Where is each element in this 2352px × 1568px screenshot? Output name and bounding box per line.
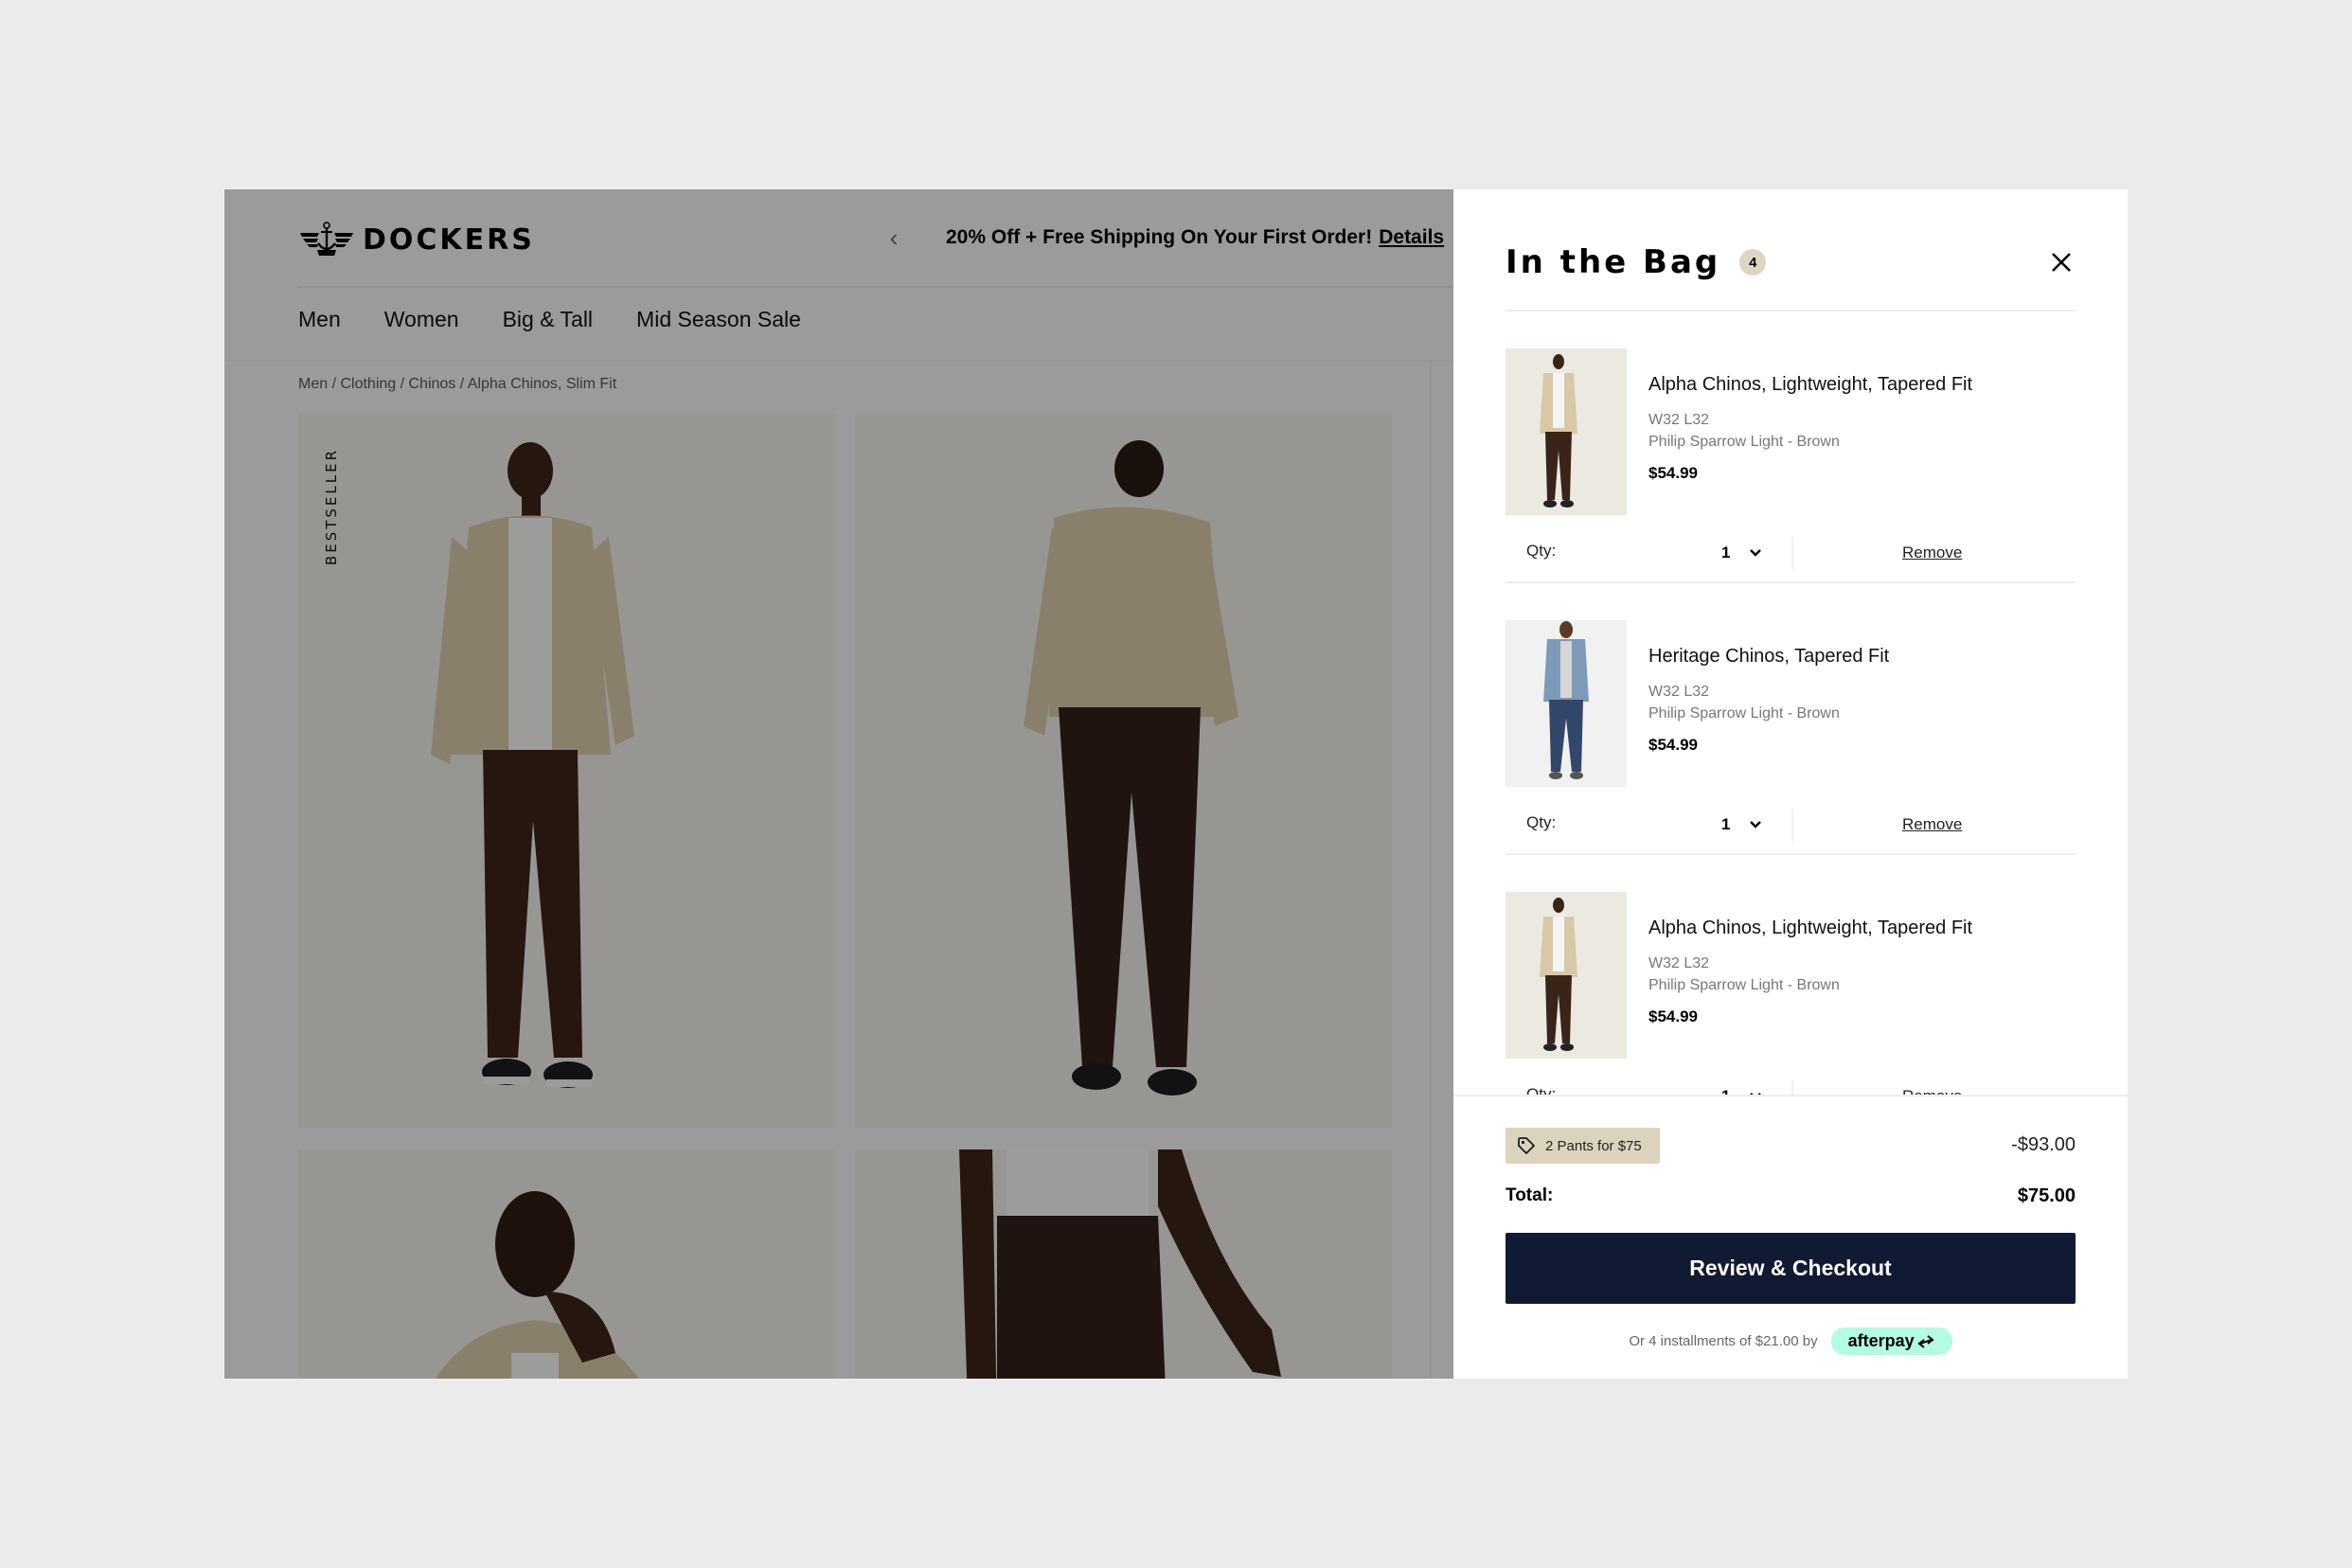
afterpay-badge[interactable]: afterpay bbox=[1830, 1327, 1952, 1355]
qty-value: 1 bbox=[1721, 815, 1731, 833]
bag-item-image[interactable] bbox=[1506, 348, 1627, 515]
bag-items-list[interactable]: Alpha Chinos, Lightweight, Tapered Fit W… bbox=[1453, 312, 2128, 1095]
bag-item: Alpha Chinos, Lightweight, Tapered Fit W… bbox=[1506, 855, 2076, 1095]
bag-drawer: In the Bag 4 Alpha Chinos, Lightweight, … bbox=[1453, 189, 2128, 1379]
bag-title: In the Bag bbox=[1506, 243, 1721, 281]
bag-item-size: W32 L32 bbox=[1648, 955, 1710, 971]
qty-select[interactable]: 1 bbox=[1721, 811, 1762, 839]
chevron-down-icon bbox=[1750, 549, 1762, 557]
promotion-label: 2 Pants for $75 bbox=[1545, 1137, 1642, 1154]
price-tag-icon bbox=[1518, 1137, 1535, 1154]
product-thumbnail bbox=[1540, 898, 1577, 1051]
bag-item-size: W32 L32 bbox=[1648, 412, 1710, 428]
remove-link[interactable]: Remove bbox=[1902, 543, 1962, 562]
total-amount: $75.00 bbox=[2017, 1185, 2076, 1206]
bag-item-name[interactable]: Alpha Chinos, Lightweight, Tapered Fit bbox=[1648, 374, 1972, 396]
qty-label: Qty: bbox=[1526, 542, 1557, 560]
close-icon bbox=[2052, 253, 2071, 272]
bag-header: In the Bag 4 bbox=[1506, 239, 2076, 286]
afterpay-arrows-icon bbox=[1917, 1334, 1934, 1348]
modal-backdrop[interactable] bbox=[224, 189, 1453, 1379]
qty-select[interactable]: 1 bbox=[1721, 1082, 1762, 1095]
bag-item-info: Alpha Chinos, Lightweight, Tapered Fit W… bbox=[1648, 374, 1972, 483]
product-thumbnail bbox=[1540, 354, 1577, 508]
installments-text: Or 4 installments of $21.00 by bbox=[1629, 1333, 1818, 1349]
promotion-tag: 2 Pants for $75 bbox=[1506, 1128, 1660, 1164]
bag-item: Alpha Chinos, Lightweight, Tapered Fit W… bbox=[1506, 312, 2076, 583]
bag-item-image[interactable] bbox=[1506, 892, 1627, 1059]
qty-row: Qty: 1 Remove bbox=[1506, 537, 2076, 569]
qty-label: Qty: bbox=[1526, 813, 1557, 831]
bag-item-price: $54.99 bbox=[1648, 736, 1698, 754]
qty-separator bbox=[1791, 809, 1793, 841]
total-label: Total: bbox=[1506, 1185, 1554, 1205]
close-button[interactable] bbox=[2047, 248, 2076, 276]
qty-separator bbox=[1791, 1080, 1793, 1095]
qty-row: Qty: 1 Remove bbox=[1506, 1080, 2076, 1095]
bag-item-info: Heritage Chinos, Tapered Fit W32 L32 Phi… bbox=[1648, 646, 1889, 755]
qty-label: Qty: bbox=[1526, 1085, 1557, 1095]
qty-separator bbox=[1791, 537, 1793, 569]
product-thumbnail bbox=[1543, 621, 1589, 779]
afterpay-row: Or 4 installments of $21.00 by afterpay bbox=[1453, 1327, 2128, 1355]
remove-link[interactable]: Remove bbox=[1902, 815, 1962, 834]
bag-item-price: $54.99 bbox=[1648, 464, 1698, 482]
bag-item-color: Philip Sparrow Light - Brown bbox=[1648, 434, 1840, 450]
product-page: DOCKERS ‹ 20% Off + Free Shipping On You… bbox=[224, 189, 1453, 1379]
bag-count-badge: 4 bbox=[1739, 249, 1767, 276]
bag-item-name[interactable]: Heritage Chinos, Tapered Fit bbox=[1648, 646, 1889, 668]
bag-item-image[interactable] bbox=[1506, 620, 1627, 787]
bag-summary: 2 Pants for $75 -$93.00 Total: $75.00 Re… bbox=[1453, 1095, 2128, 1379]
bag-item-name[interactable]: Alpha Chinos, Lightweight, Tapered Fit bbox=[1648, 918, 1972, 939]
qty-row: Qty: 1 Remove bbox=[1506, 809, 2076, 841]
qty-value: 1 bbox=[1721, 1087, 1730, 1095]
bag-item-color: Philip Sparrow Light - Brown bbox=[1648, 705, 1840, 722]
chevron-down-icon bbox=[1750, 821, 1762, 829]
review-checkout-button[interactable]: Review & Checkout bbox=[1506, 1233, 2076, 1304]
bag-item-price: $54.99 bbox=[1648, 1007, 1698, 1025]
bag-item: Heritage Chinos, Tapered Fit W32 L32 Phi… bbox=[1506, 583, 2076, 855]
qty-select[interactable]: 1 bbox=[1721, 539, 1762, 567]
afterpay-label: afterpay bbox=[1847, 1331, 1915, 1350]
bag-item-size: W32 L32 bbox=[1648, 684, 1710, 700]
discount-amount: -$93.00 bbox=[2011, 1134, 2076, 1155]
bag-item-info: Alpha Chinos, Lightweight, Tapered Fit W… bbox=[1648, 918, 1972, 1026]
browser-viewport: DOCKERS ‹ 20% Off + Free Shipping On You… bbox=[224, 189, 2128, 1379]
qty-value: 1 bbox=[1721, 543, 1731, 561]
remove-link[interactable]: Remove bbox=[1902, 1087, 1962, 1095]
bag-item-color: Philip Sparrow Light - Brown bbox=[1648, 977, 1840, 993]
